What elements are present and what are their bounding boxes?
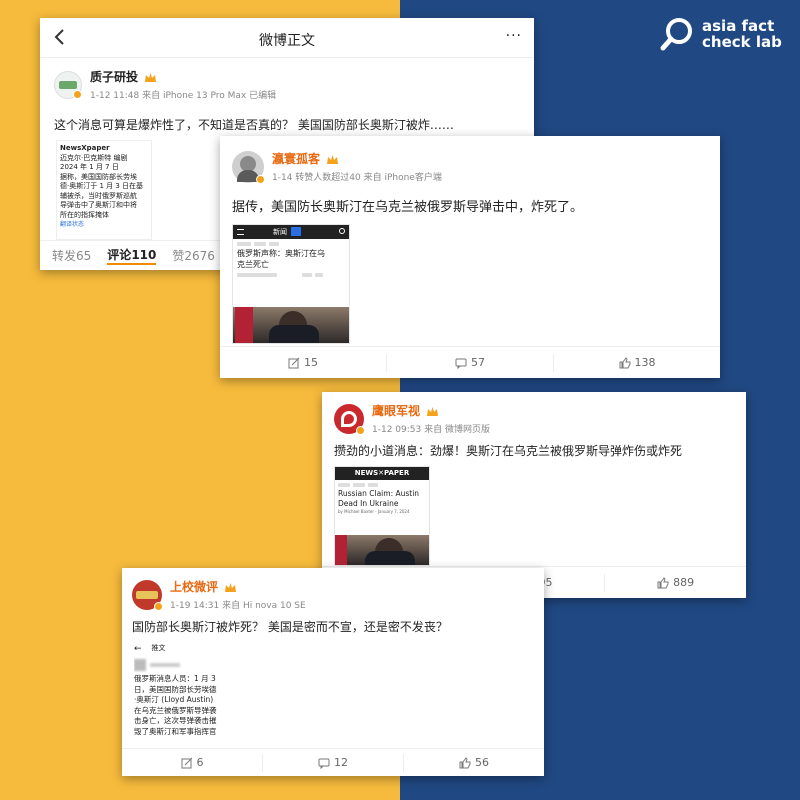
back-arrow-icon: ← — [134, 644, 142, 654]
menu-icon — [237, 229, 244, 235]
post-meta: 1-14 转赞人数超过40 来自 iPhone客户端 — [272, 173, 442, 183]
verified-badge-icon — [73, 89, 82, 99]
article-nav-bar: NEWS✕PAPER — [335, 467, 429, 480]
logo-text: asia fact check lab — [702, 17, 782, 51]
verified-badge-icon — [256, 174, 265, 184]
thumbs-up-icon — [459, 756, 471, 768]
avatar[interactable] — [334, 403, 365, 435]
post-meta: 1-12 09:53 来自 微博网页版 — [372, 425, 490, 435]
post-header: 质子研投 1-12 11:48 来自 iPhone 13 Pro Max 已编辑 — [54, 68, 276, 101]
post-header: 瀛寰孤客 1-14 转赞人数超过40 来自 iPhone客户端 — [232, 150, 442, 184]
like-button[interactable]: 889 — [605, 574, 746, 592]
avatar[interactable] — [54, 70, 82, 99]
tweet-screenshot[interactable]: ← 推文 俄罗斯消息人员：1 月 3 日，美国国防部长劳埃德 ·奥斯汀 (Llo… — [134, 642, 246, 742]
crown-icon — [225, 583, 237, 592]
logo-x-icon — [291, 227, 301, 236]
blurred-avatar — [134, 659, 146, 671]
more-icon[interactable]: ··· — [506, 28, 522, 44]
top-nav-bar: 微博正文 ··· — [40, 18, 534, 58]
article-photo — [335, 535, 429, 565]
article-screenshot[interactable]: NEWS✕PAPER Russian Claim: Austin Dead In… — [334, 466, 430, 566]
verified-badge-icon — [154, 601, 163, 611]
post-actions: 6 12 56 — [122, 748, 544, 776]
tweet-header: ← 推文 — [134, 644, 166, 654]
article-photo — [233, 307, 349, 343]
weibo-post-screenshot-4: 上校微评 1-19 14:31 来自 Hi nova 10 SE 国防部长奥斯汀… — [122, 568, 544, 776]
avatar[interactable] — [232, 150, 265, 184]
post-header: 鹰眼军视 1-12 09:53 来自 微博网页版 — [334, 402, 490, 435]
post-meta: 1-12 11:48 来自 iPhone 13 Pro Max 已编辑 — [90, 91, 277, 101]
username[interactable]: 鹰眼军视 — [372, 404, 420, 418]
thumbs-up-icon — [657, 576, 669, 588]
crown-icon — [427, 407, 439, 416]
post-header: 上校微评 1-19 14:31 来自 Hi nova 10 SE — [132, 578, 306, 611]
username[interactable]: 瀛寰孤客 — [272, 152, 320, 166]
username[interactable]: 上校微评 — [170, 580, 218, 594]
search-icon — [339, 228, 345, 234]
like-button[interactable]: 56 — [404, 754, 544, 772]
post-text: 这个消息可算是爆炸性了，不知道是否真的？ 美国国防部长奥斯汀被炸…… — [54, 118, 454, 132]
like-button[interactable]: 138 — [554, 354, 720, 372]
username[interactable]: 质子研投 — [90, 70, 138, 84]
post-text: 国防部长奥斯汀被炸死？ 美国是密而不宣，还是密不发丧？ — [132, 620, 448, 634]
repost-button[interactable]: 6 — [122, 753, 263, 772]
article-nav-bar: 新闻 — [233, 225, 349, 239]
tab-likes[interactable]: 赞2676 — [172, 247, 215, 264]
magnifier-logo-icon — [660, 18, 692, 51]
tab-comments[interactable]: 评论110 — [107, 246, 157, 265]
verified-badge-icon — [356, 425, 365, 435]
comment-icon — [318, 758, 330, 769]
article-screenshot[interactable]: 新闻 俄罗斯声称：奥斯汀在乌 克兰死亡 — [232, 224, 350, 344]
article-screenshot[interactable]: NewsXpaper 迈克尔·巴克斯特 编剧 2024 年 1 月 7 日 据称… — [56, 140, 152, 240]
post-text: 攒劲的小道消息：劲爆！奥斯汀在乌克兰被俄罗斯导弹炸伤或炸死 — [334, 444, 683, 458]
repost-icon — [288, 357, 300, 368]
asia-fact-check-lab-logo: asia fact check lab — [660, 14, 790, 54]
crown-icon — [327, 155, 339, 164]
repost-button[interactable]: 15 — [220, 353, 387, 372]
tweet-author — [134, 656, 246, 674]
thumbs-up-icon — [619, 356, 630, 368]
post-actions: 15 57 138 — [220, 346, 720, 378]
avatar[interactable] — [132, 579, 163, 611]
comment-icon — [455, 358, 467, 369]
repost-icon — [181, 757, 192, 768]
post-text: 据传，美国防长奥斯汀在乌克兰被俄罗斯导弹击中，炸死了。 — [232, 200, 584, 215]
post-meta: 1-19 14:31 来自 Hi nova 10 SE — [170, 601, 306, 611]
tab-reposts[interactable]: 转发65 — [52, 247, 91, 264]
comment-button[interactable]: 12 — [263, 753, 404, 772]
page-title: 微博正文 — [259, 33, 315, 49]
comment-button[interactable]: 57 — [387, 353, 554, 372]
weibo-post-screenshot-2: 瀛寰孤客 1-14 转赞人数超过40 来自 iPhone客户端 据传，美国防长奥… — [220, 136, 720, 378]
crown-icon — [145, 73, 157, 82]
